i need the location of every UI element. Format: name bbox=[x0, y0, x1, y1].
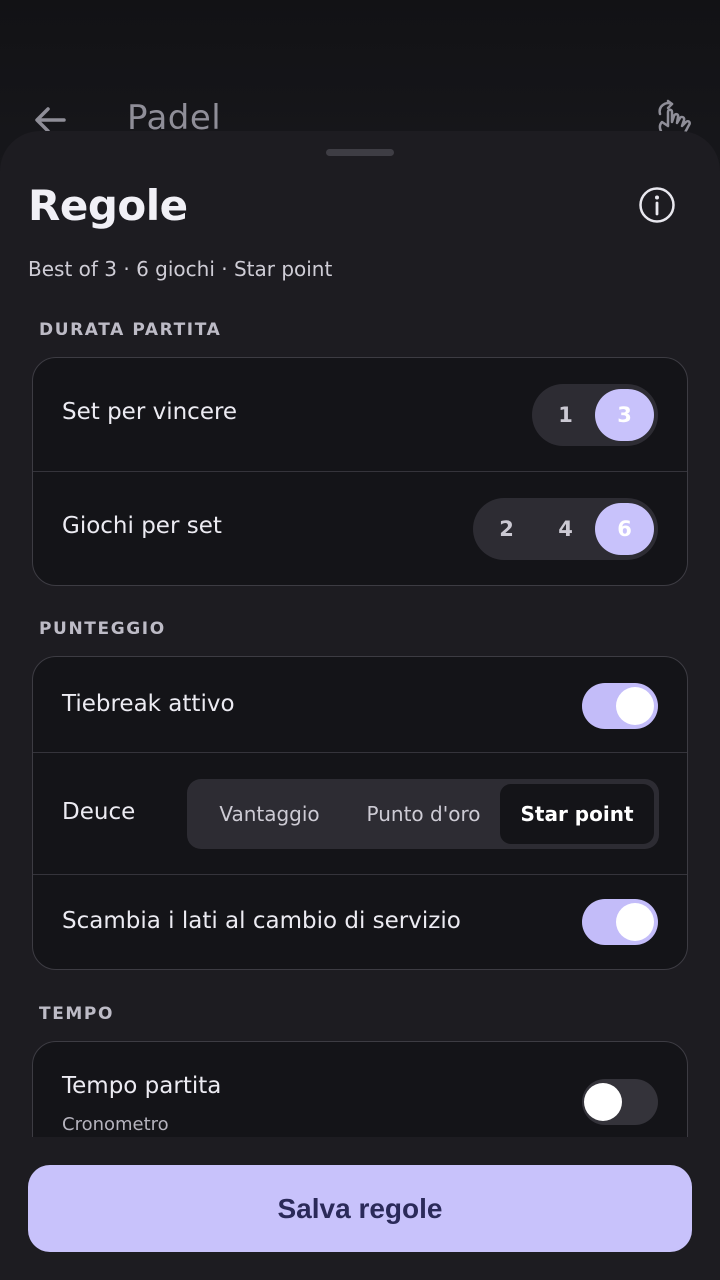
deuce-label: Deuce bbox=[62, 799, 136, 825]
card-punteggio: Tiebreak attivo Deuce Vantaggio Punto d'… bbox=[32, 656, 688, 970]
row-deuce: Deuce Vantaggio Punto d'oro Star point bbox=[33, 753, 687, 875]
set-option-3[interactable]: 3 bbox=[595, 389, 654, 441]
deuce-option-vantaggio[interactable]: Vantaggio bbox=[192, 784, 347, 844]
save-rules-button[interactable]: Salva regole bbox=[28, 1165, 692, 1252]
sheet-title: Regole bbox=[28, 181, 188, 230]
toggle-knob bbox=[584, 1083, 622, 1121]
deuce-option-star-point[interactable]: Star point bbox=[500, 784, 654, 844]
tempo-partita-sublabel: Cronometro bbox=[62, 1114, 169, 1135]
bottom-bar: Salva regole bbox=[0, 1137, 720, 1280]
set-per-vincere-selector: 1 3 bbox=[532, 384, 658, 446]
row-set-per-vincere: Set per vincere 1 3 bbox=[33, 358, 687, 472]
sheet-drag-handle[interactable] bbox=[326, 149, 394, 156]
tempo-partita-label: Tempo partita bbox=[62, 1073, 222, 1099]
giochi-per-set-label: Giochi per set bbox=[62, 513, 222, 539]
scambia-lati-label: Scambia i lati al cambio di servizio bbox=[62, 908, 461, 934]
section-label-durata: DURATA PARTITA bbox=[39, 320, 222, 340]
giochi-option-4[interactable]: 4 bbox=[536, 503, 595, 555]
rules-summary: Best of 3 · 6 giochi · Star point bbox=[28, 257, 333, 281]
row-giochi-per-set: Giochi per set 2 4 6 bbox=[33, 472, 687, 585]
tempo-partita-toggle[interactable] bbox=[582, 1079, 658, 1125]
giochi-option-2[interactable]: 2 bbox=[477, 503, 536, 555]
set-option-1[interactable]: 1 bbox=[536, 389, 595, 441]
tiebreak-label: Tiebreak attivo bbox=[62, 691, 235, 717]
info-button[interactable] bbox=[638, 186, 676, 224]
tiebreak-toggle[interactable] bbox=[582, 683, 658, 729]
row-scambia-lati: Scambia i lati al cambio di servizio bbox=[33, 875, 687, 969]
deuce-selector: Vantaggio Punto d'oro Star point bbox=[187, 779, 659, 849]
card-durata: Set per vincere 1 3 Giochi per set 2 4 6 bbox=[32, 357, 688, 586]
section-label-tempo: TEMPO bbox=[39, 1004, 115, 1024]
giochi-option-6[interactable]: 6 bbox=[595, 503, 654, 555]
set-per-vincere-label: Set per vincere bbox=[62, 399, 238, 425]
rules-sheet: Regole Best of 3 · 6 giochi · Star point… bbox=[0, 131, 720, 1280]
scambia-lati-toggle[interactable] bbox=[582, 899, 658, 945]
toggle-knob bbox=[616, 687, 654, 725]
toggle-knob bbox=[616, 903, 654, 941]
row-tiebreak: Tiebreak attivo bbox=[33, 657, 687, 753]
deuce-option-punto-doro[interactable]: Punto d'oro bbox=[347, 784, 500, 844]
info-icon bbox=[639, 187, 675, 223]
section-label-punteggio: PUNTEGGIO bbox=[39, 619, 166, 639]
giochi-per-set-selector: 2 4 6 bbox=[473, 498, 658, 560]
